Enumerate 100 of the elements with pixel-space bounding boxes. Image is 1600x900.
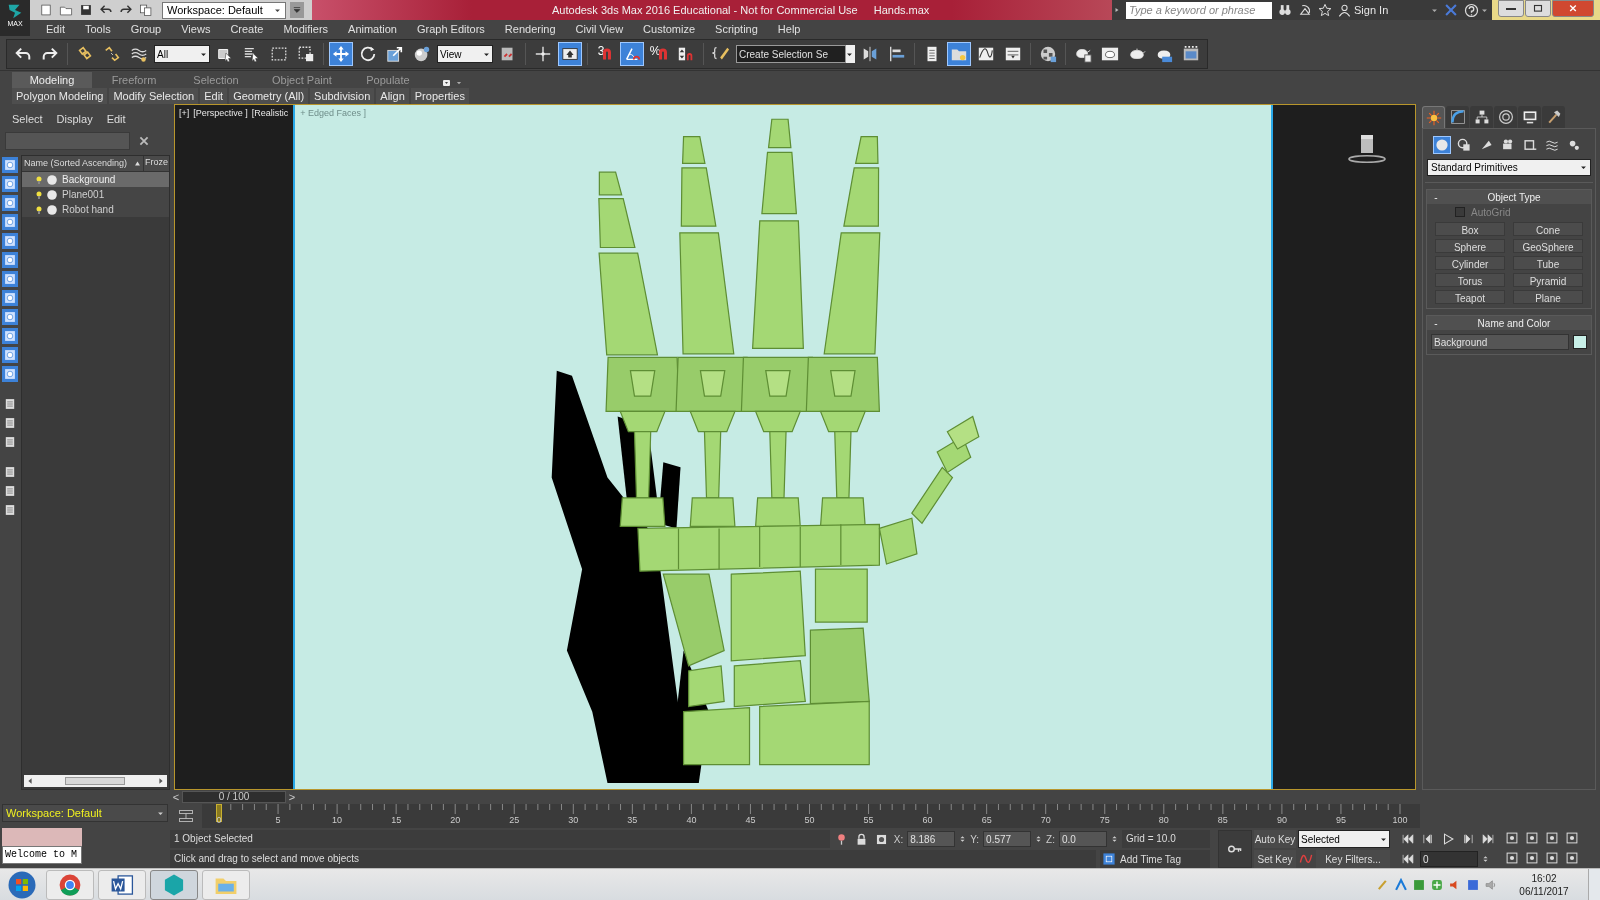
object-name: Background — [62, 173, 116, 187]
menu-item[interactable]: Help — [767, 20, 811, 38]
set-key-button[interactable]: Set Key — [1254, 850, 1296, 868]
coordinate-label: Y: — [970, 832, 980, 847]
frame-number: 50 — [804, 814, 815, 827]
ribbon-tab[interactable]: Populate — [347, 71, 428, 88]
frame-number: 55 — [863, 814, 874, 827]
viewport-label[interactable]: [+] — [179, 107, 190, 121]
filter-dropdown[interactable]: View — [437, 45, 493, 63]
ribbon-panel-button[interactable]: Subdivision — [310, 87, 375, 104]
menu-item[interactable]: Modifiers — [273, 20, 339, 38]
primitive-button[interactable]: Cylinder — [1435, 256, 1505, 270]
ribbon-tab[interactable]: Selection — [176, 71, 256, 88]
ribbon-tab[interactable]: Freeform — [94, 71, 174, 88]
menu-item[interactable]: Animation — [338, 20, 407, 38]
menu-item[interactable]: Rendering — [494, 20, 566, 38]
viewport[interactable]: [+] [Perspective ] [Realistic + Edged Faces ] — [174, 104, 1416, 790]
menu-item[interactable]: Edit — [36, 20, 75, 38]
explorer-row[interactable]: Robot hand — [22, 202, 169, 217]
checkbox-label: AutoGrid — [1471, 205, 1511, 220]
current-frame-field[interactable]: 0 — [1420, 851, 1478, 867]
object-name: Plane001 — [62, 188, 105, 202]
explorer-row[interactable]: Plane001 — [22, 187, 169, 202]
frame-number: 95 — [1335, 814, 1346, 827]
menu-item[interactable]: Tools — [74, 20, 121, 38]
coordinate-field[interactable]: 0.577 — [983, 831, 1032, 847]
coordinate-field[interactable]: 8.186 — [907, 831, 956, 847]
primitive-button[interactable]: Sphere — [1435, 239, 1505, 253]
track-bar[interactable]: 0 5 10 15 20 25 30 35 40 45 50 55 60 65 70 75 80 85 90 95 100 — [202, 804, 1420, 828]
ribbon-panel-button[interactable]: Modify Selection — [109, 87, 199, 104]
previous-frame-button[interactable]: < — [170, 792, 182, 802]
ribbon-tab[interactable]: Modeling — [12, 71, 92, 88]
frame-number: 70 — [1040, 814, 1051, 827]
viewport-label[interactable]: [Perspective ] — [193, 107, 248, 121]
coordinate-field[interactable]: 0.0 — [1059, 831, 1107, 847]
ribbon-panel-button[interactable]: Align — [376, 87, 409, 104]
primitive-button[interactable]: GeoSphere — [1513, 239, 1583, 253]
primitive-button[interactable]: Tube — [1513, 256, 1583, 270]
primitive-button[interactable]: Torus — [1435, 273, 1505, 287]
primitive-button[interactable]: Pyramid — [1513, 273, 1583, 287]
frame-number: 100 — [1392, 814, 1408, 827]
grid-size-text: Grid = 10.0 — [1122, 830, 1210, 848]
next-frame-button[interactable]: > — [286, 792, 298, 802]
frame-number: 5 — [275, 814, 281, 827]
menu-item[interactable]: Create — [220, 20, 274, 38]
primitive-button[interactable]: Box — [1435, 222, 1505, 236]
explorer-menu-item[interactable]: Select — [12, 110, 43, 128]
frame-number: 80 — [1158, 814, 1169, 827]
menu-item[interactable]: Civil View — [565, 20, 634, 38]
clock-date: 06/11/2017 — [1519, 884, 1569, 898]
menu-item[interactable]: Customize — [633, 20, 706, 38]
rollout-header[interactable]: - Name and Color — [1427, 316, 1591, 330]
ribbon-panel-button[interactable]: Polygon Modeling — [12, 87, 108, 104]
frame-number: 15 — [391, 814, 402, 827]
primitive-button[interactable]: Cone — [1513, 222, 1583, 236]
workspace-dropdown[interactable]: Workspace: Default — [162, 1, 286, 19]
search-field[interactable]: Type a keyword or phrase — [1126, 1, 1272, 19]
workspace-dropdown[interactable]: Workspace: Default — [2, 804, 168, 822]
key-filters-button[interactable]: Key Filters... — [1316, 850, 1390, 868]
object-name-field[interactable]: Background — [1431, 334, 1569, 350]
explorer-menu-item[interactable]: Display — [56, 110, 93, 128]
frame-number: 30 — [568, 814, 579, 827]
menu-item[interactable]: Scripting — [705, 20, 768, 38]
file-name: Hands.max — [873, 2, 930, 18]
frame-number: 90 — [1276, 814, 1287, 827]
column-header: Froze — [144, 156, 169, 169]
menu-item[interactable]: Views — [171, 20, 221, 38]
menu-item[interactable]: Group — [120, 20, 172, 38]
object-name: Robot hand — [62, 203, 114, 217]
frame-number: 75 — [1099, 814, 1110, 827]
frame-number: 10 — [332, 814, 343, 827]
viewport-label[interactable]: [Realistic — [251, 107, 289, 121]
selection-set-field[interactable]: Create Selection Se — [736, 45, 846, 63]
explorer-menu-item[interactable]: Edit — [106, 110, 126, 128]
ribbon-tab[interactable]: Object Paint — [258, 71, 346, 88]
menu-item[interactable]: Graph Editors — [406, 20, 495, 38]
ribbon-panel-button[interactable]: Geometry (All) — [229, 87, 309, 104]
add-time-tag-button[interactable]: Add Time Tag — [1100, 850, 1210, 868]
frame-number: 65 — [981, 814, 992, 827]
clock-time: 16:02 — [1531, 871, 1557, 885]
frame-number: 85 — [1217, 814, 1228, 827]
maxscript-output-field[interactable]: Welcome to M — [2, 846, 82, 864]
filter-dropdown[interactable]: All — [154, 45, 210, 63]
frame-number: 0 — [216, 814, 222, 827]
explorer-row[interactable]: Background — [22, 172, 169, 187]
rollout-header[interactable]: - Object Type — [1427, 190, 1591, 204]
auto-key-button[interactable]: Auto Key — [1254, 830, 1296, 848]
prompt-text: Click and drag to select and move objects — [170, 850, 1096, 868]
frame-number: 20 — [450, 814, 461, 827]
frame-number: 45 — [745, 814, 756, 827]
sign-in-button[interactable]: Sign In — [1338, 1, 1438, 19]
primitive-button[interactable]: Teapot — [1435, 290, 1505, 304]
frame-number: 40 — [686, 814, 697, 827]
category-dropdown[interactable]: Standard Primitives — [1427, 159, 1591, 176]
primitive-button[interactable]: Plane — [1513, 290, 1583, 304]
ribbon-panel-button[interactable]: Edit — [200, 87, 228, 104]
ribbon-panel-button[interactable]: Properties — [410, 87, 469, 104]
key-mode-dropdown[interactable]: Selected — [1298, 830, 1390, 848]
coordinate-label: X: — [893, 832, 904, 847]
coordinate-label: Z: — [1046, 832, 1055, 847]
